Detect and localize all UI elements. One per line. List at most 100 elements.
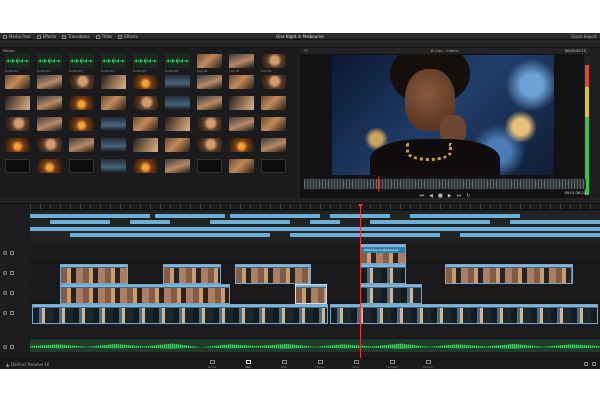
video-clip-selected[interactable]: [295, 284, 327, 304]
media-clip-thumbnail[interactable]: Audio 02: [37, 54, 64, 75]
media-clip-thumbnail[interactable]: Audio 06: [165, 54, 192, 75]
media-clip-thumbnail[interactable]: [165, 117, 192, 138]
media-clip-thumbnail[interactable]: Audio 04: [101, 54, 128, 75]
page-button-color[interactable]: Color: [344, 360, 368, 369]
settings-icon[interactable]: [592, 362, 596, 366]
media-clip-thumbnail[interactable]: [101, 75, 128, 96]
eye-icon[interactable]: [3, 291, 7, 295]
viewer-playhead[interactable]: [378, 177, 379, 191]
media-clip-thumbnail[interactable]: [133, 159, 160, 180]
media-clip-thumbnail[interactable]: [165, 75, 192, 96]
media-clip-thumbnail[interactable]: [5, 138, 32, 159]
video-clip[interactable]: [445, 264, 573, 284]
page-button-fairlight[interactable]: Fairlight: [380, 360, 404, 369]
video-clip[interactable]: [235, 264, 311, 284]
eye-icon[interactable]: [3, 251, 7, 255]
media-clip-thumbnail[interactable]: [101, 159, 128, 180]
video-clip[interactable]: [60, 284, 230, 304]
media-clip-thumbnail[interactable]: Clip 02: [229, 54, 256, 75]
media-clip-thumbnail[interactable]: Audio 03: [69, 54, 96, 75]
eye-icon[interactable]: [3, 271, 7, 275]
speaker-icon[interactable]: [3, 345, 7, 349]
resolve-logo-icon: ▲: [6, 362, 10, 367]
media-clip-thumbnail[interactable]: [5, 117, 32, 138]
media-clip-thumbnail[interactable]: Audio 05: [133, 54, 160, 75]
media-clip-thumbnail[interactable]: [69, 159, 96, 180]
media-clip-thumbnail[interactable]: [5, 96, 32, 117]
track-v1[interactable]: [30, 304, 600, 324]
media-clip-thumbnail[interactable]: [197, 138, 224, 159]
track-v2[interactable]: [30, 284, 600, 304]
track-v3[interactable]: [30, 264, 600, 284]
page-button-media[interactable]: Media: [200, 360, 224, 369]
mini-timeline[interactable]: [30, 211, 600, 241]
eye-icon[interactable]: [3, 311, 7, 315]
zoom-level[interactable]: Fit: [304, 48, 308, 54]
page-button-fusion[interactable]: Fusion: [308, 360, 332, 369]
media-clip-thumbnail[interactable]: Clip 03: [261, 54, 288, 75]
media-clip-thumbnail[interactable]: [133, 117, 160, 138]
lock-icon[interactable]: [10, 311, 14, 315]
viewer-frame[interactable]: [332, 55, 554, 175]
timeline-ruler[interactable]: [30, 204, 600, 210]
track-v4[interactable]: Welcome to Melbourne: [30, 244, 600, 264]
media-clip-thumbnail[interactable]: [197, 159, 224, 180]
media-clip-thumbnail[interactable]: [37, 138, 64, 159]
media-clip-thumbnail[interactable]: Clip 01: [197, 54, 224, 75]
track-a1[interactable]: [30, 338, 600, 352]
media-clip-thumbnail[interactable]: [69, 138, 96, 159]
lock-icon[interactable]: [10, 271, 14, 275]
viewer-scrubber[interactable]: [304, 179, 586, 189]
media-clip-thumbnail[interactable]: [133, 96, 160, 117]
media-clip-thumbnail[interactable]: [37, 96, 64, 117]
media-clip-thumbnail[interactable]: [165, 96, 192, 117]
media-clip-thumbnail[interactable]: [229, 117, 256, 138]
media-clip-thumbnail[interactable]: [69, 75, 96, 96]
media-clip-thumbnail[interactable]: [229, 159, 256, 180]
media-clip-thumbnail[interactable]: [101, 96, 128, 117]
video-clip[interactable]: [32, 304, 328, 324]
media-clip-thumbnail[interactable]: [5, 159, 32, 180]
media-clip-thumbnail[interactable]: [197, 117, 224, 138]
media-clip-thumbnail[interactable]: [229, 75, 256, 96]
media-clip-thumbnail[interactable]: [197, 75, 224, 96]
video-clip[interactable]: [360, 284, 422, 304]
media-clip-thumbnail[interactable]: [261, 159, 288, 180]
media-clip-thumbnail[interactable]: Audio 01: [5, 54, 32, 75]
media-clip-thumbnail[interactable]: [261, 75, 288, 96]
page-button-deliver[interactable]: Deliver: [416, 360, 440, 369]
home-icon[interactable]: [584, 362, 588, 366]
page-button-edit[interactable]: Edit: [272, 360, 296, 369]
lock-icon[interactable]: [10, 345, 14, 349]
timeline-playhead[interactable]: [360, 204, 361, 358]
media-clip-thumbnail[interactable]: [133, 75, 160, 96]
media-clip-thumbnail[interactable]: [133, 138, 160, 159]
video-clip[interactable]: [163, 264, 221, 284]
video-clip[interactable]: [60, 264, 128, 284]
mini-clip: [230, 214, 320, 218]
title-clip[interactable]: Welcome to Melbourne: [360, 244, 406, 264]
media-clip-thumbnail[interactable]: [5, 75, 32, 96]
page-button-cut[interactable]: Cut: [236, 360, 260, 369]
media-clip-thumbnail[interactable]: [261, 96, 288, 117]
lock-icon[interactable]: [10, 291, 14, 295]
media-clip-thumbnail[interactable]: [197, 96, 224, 117]
media-clip-thumbnail[interactable]: [101, 138, 128, 159]
media-clip-thumbnail[interactable]: [37, 75, 64, 96]
quick-export-button[interactable]: Quick Export: [571, 34, 597, 39]
media-clip-thumbnail[interactable]: [69, 117, 96, 138]
media-clip-thumbnail[interactable]: [165, 159, 192, 180]
media-clip-thumbnail[interactable]: [229, 138, 256, 159]
lock-icon[interactable]: [10, 251, 14, 255]
media-clip-thumbnail[interactable]: [261, 117, 288, 138]
video-clip[interactable]: [360, 264, 406, 284]
media-clip-thumbnail[interactable]: [37, 159, 64, 180]
media-clip-thumbnail[interactable]: [69, 96, 96, 117]
media-clip-thumbnail[interactable]: [229, 96, 256, 117]
media-clip-thumbnail[interactable]: [37, 117, 64, 138]
clip-preview: [261, 117, 286, 131]
media-clip-thumbnail[interactable]: [101, 117, 128, 138]
media-clip-thumbnail[interactable]: [165, 138, 192, 159]
media-clip-thumbnail[interactable]: [261, 138, 288, 159]
video-clip[interactable]: [330, 304, 598, 324]
